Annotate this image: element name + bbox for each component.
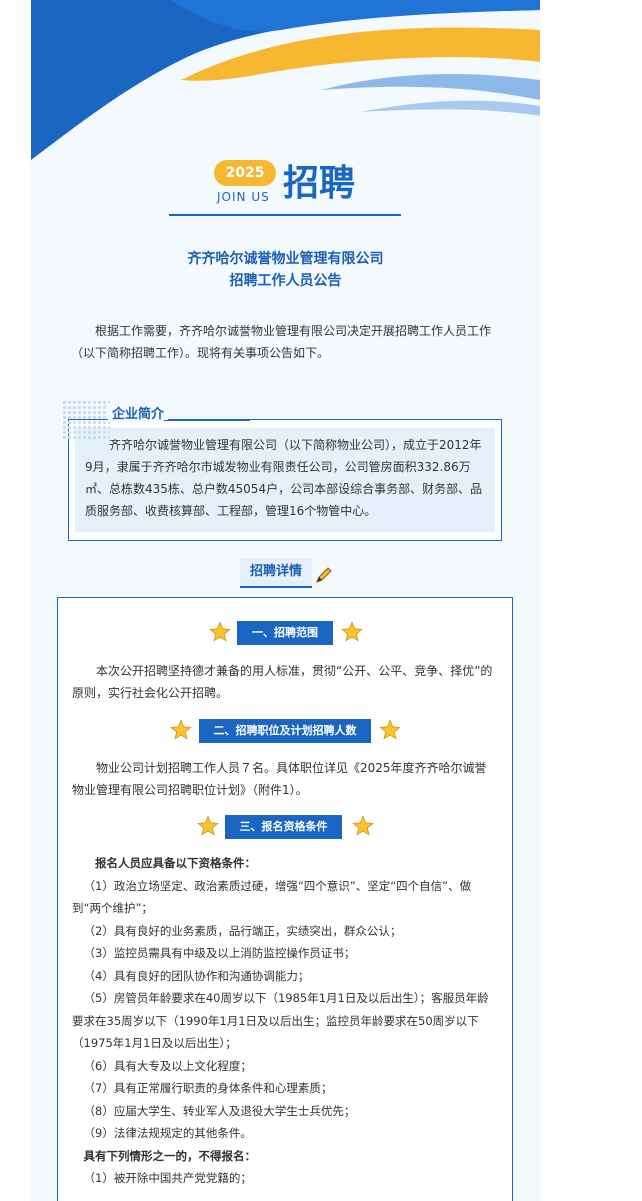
section-1-header: 一、招聘范围 (58, 621, 512, 645)
section-2-text: 物业公司计划招聘工作人员７名。具体职位详见《2025年度齐齐哈尔诚誉物业管理有限… (72, 761, 487, 797)
title-underline (169, 214, 401, 216)
company-name: 齐齐哈尔诚誉物业管理有限公司 (187, 251, 384, 267)
requirement-item: （9）法律法规规定的其他条件。 (83, 1126, 252, 1140)
star-icon (341, 621, 363, 642)
section-3-label: 三、报名资格条件 (225, 815, 342, 839)
star-icon (352, 815, 374, 836)
company-profile-header: 企业简介 (62, 400, 250, 440)
star-icon (197, 815, 219, 836)
company-profile-text: 齐齐哈尔诚誉物业管理有限公司（以下简称物业公司），成立于2012年9月，隶属于齐… (85, 438, 483, 518)
requirements-heading: 报名人员应具备以下资格条件： (95, 856, 256, 870)
header-banner-graphic (31, 0, 540, 160)
requirement-item: （4）具有良好的团队协作和沟通协调能力； (83, 968, 310, 983)
requirement-item: （1）政治立场坚定、政治素质过硬，增强“四个意识”、坚定“四个自信”、做到“两个… (72, 878, 472, 916)
requirement-item: （6）具有大专及以上文化程度； (83, 1058, 252, 1073)
recruitment-page: 2025 JOIN US 招聘 齐齐哈尔诚誉物业管理有限公司 招聘工作人员公告 … (31, 0, 540, 1201)
recruitment-details-tab: 招聘详情 (240, 558, 312, 588)
label-divider (164, 420, 250, 421)
company-profile-box: 齐齐哈尔诚誉物业管理有限公司（以下简称物业公司），成立于2012年9月，隶属于齐… (68, 419, 502, 541)
section-2-header: 二、招聘职位及计划招聘人数 (58, 719, 512, 743)
eligibility-requirements: 报名人员应具备以下资格条件： （1）政治立场坚定、政治素质过硬，增强“四个意识”… (72, 852, 498, 1190)
requirement-item: （8）应届大学生、转业军人及退役大学生士兵优先； (83, 1103, 356, 1118)
requirement-item: （5）房管员年龄要求在40周岁以下（1985年1月1日及以后出生）；客服员年龄要… (72, 991, 489, 1050)
company-profile-label: 企业简介 (108, 403, 169, 422)
requirement-item: （2）具有良好的业务素质，品行端正，实绩突出，群众公认； (83, 923, 402, 938)
recruitment-heading: 招聘 (283, 163, 356, 204)
exclusion-heading: 具有下列情形之一的，不得报名： (83, 1148, 257, 1163)
dot-pattern-decoration (62, 400, 110, 440)
announcement-subtitle: 招聘工作人员公告 (229, 273, 342, 289)
recruitment-title-block: 2025 JOIN US 招聘 (31, 160, 540, 220)
recruitment-details-box: 一、招聘范围 本次公开招聘坚持德才兼备的用人标准，贯彻“公开、公平、竞争、择优”… (57, 597, 513, 1201)
pen-icon (316, 567, 332, 583)
star-icon (170, 719, 192, 740)
requirement-item: （3）监控员需具有中级及以上消防监控操作员证书； (83, 946, 356, 960)
star-icon (379, 719, 401, 740)
intro-paragraph: 根据工作需要，齐齐哈尔诚誉物业管理有限公司决定开展招聘工作人员工作（以下简称招聘… (71, 324, 492, 360)
announcement-title: 齐齐哈尔诚誉物业管理有限公司 招聘工作人员公告 (31, 248, 540, 292)
requirement-item: （7）具有正常履行职责的身体条件和心理素质； (83, 1081, 333, 1095)
star-icon (209, 621, 231, 642)
section-2-label: 二、招聘职位及计划招聘人数 (199, 719, 371, 743)
section-1-text: 本次公开招聘坚持德才兼备的用人标准，贯彻“公开、公平、竞争、择优”的原则，实行社… (72, 664, 493, 700)
exclusion-item: （1）被开除中国共产党党籍的； (83, 1171, 252, 1185)
join-us-text: JOIN US (217, 190, 270, 204)
section-1-label: 一、招聘范围 (237, 621, 333, 645)
company-profile-panel: 齐齐哈尔诚誉物业管理有限公司（以下简称物业公司），成立于2012年9月，隶属于齐… (75, 428, 495, 532)
section-3-header: 三、报名资格条件 (58, 815, 512, 839)
year-badge: 2025 (214, 160, 276, 186)
